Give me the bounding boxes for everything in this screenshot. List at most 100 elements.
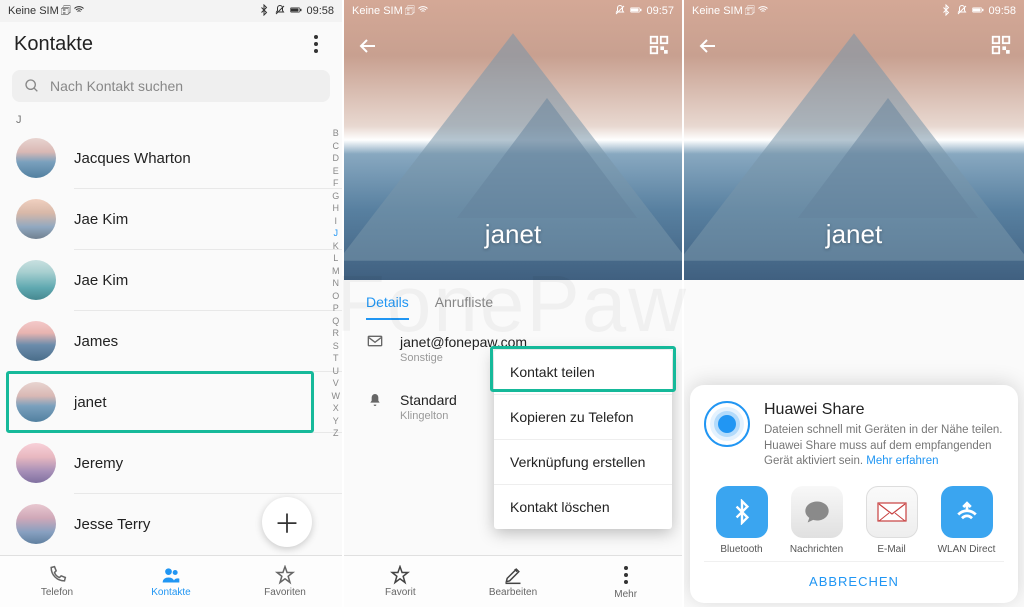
avatar: [16, 443, 56, 483]
sim-icon: 🗊: [405, 2, 415, 21]
nav-label: Bearbeiten: [489, 587, 537, 598]
mute-icon: [956, 4, 968, 19]
battery-icon: [972, 4, 984, 19]
avatar: [16, 138, 56, 178]
tab-details[interactable]: Details: [366, 294, 409, 320]
nav-edit[interactable]: Bearbeiten: [457, 556, 570, 607]
alpha-index[interactable]: BCD EFG HIJ KLM NOP QRS TUV WXY Z: [332, 128, 341, 438]
contact-row-janet[interactable]: janet: [0, 372, 342, 432]
bluetooth-icon: [716, 486, 768, 538]
contact-title: janet: [485, 219, 541, 250]
back-button[interactable]: [356, 34, 380, 63]
contact-title: janet: [826, 219, 882, 250]
contact-name: James: [74, 333, 326, 350]
contact-row[interactable]: Jae Kim: [0, 250, 342, 310]
more-button[interactable]: [304, 32, 328, 56]
contact-row[interactable]: Jeremy: [0, 433, 342, 493]
share-label: E-Mail: [877, 544, 905, 555]
huawei-share-icon: [704, 401, 750, 447]
share-messages[interactable]: Nachrichten: [782, 486, 852, 555]
star-icon: [274, 565, 296, 585]
screen-contacts-list: Keine SIM 🗊 09:58 Kontakte Nach Kontakt …: [0, 0, 344, 607]
plus-icon: ＋: [274, 504, 300, 541]
sim-icon: 🗊: [61, 2, 71, 21]
huawei-share-desc: Dateien schnell mit Geräten in der Nähe …: [764, 423, 1004, 470]
detail-bottom-nav: Favorit Bearbeiten Mehr: [344, 555, 682, 607]
qr-icon: [990, 34, 1012, 56]
qr-icon: [648, 34, 670, 56]
bottom-nav: Telefon Kontakte Favoriten: [0, 555, 342, 607]
phone-icon: [46, 565, 68, 585]
nav-label: Favoriten: [264, 587, 306, 598]
share-bluetooth[interactable]: Bluetooth: [707, 486, 777, 555]
share-options-grid: Bluetooth Nachrichten E-Mail WLAN Direct: [704, 486, 1004, 555]
nav-favorites[interactable]: Favoriten: [228, 556, 342, 607]
screen-contact-detail: Keine SIM 🗊 09:57 janet Details Anruflis…: [344, 0, 684, 607]
detail-tabs: Details Anrufliste: [344, 280, 682, 320]
status-bar: Keine SIM 🗊 09:57: [344, 0, 682, 22]
bluetooth-icon: [940, 4, 952, 19]
menu-copy-phone[interactable]: Kopieren zu Telefon: [494, 395, 672, 440]
qr-button[interactable]: [990, 34, 1012, 61]
menu-delete-contact[interactable]: Kontakt löschen: [494, 485, 672, 529]
status-bar: Keine SIM 🗊 09:58: [0, 0, 342, 22]
status-sim: Keine SIM: [8, 5, 59, 17]
share-sheet: Huawei Share Dateien schnell mit Geräten…: [690, 385, 1018, 603]
huawei-share-row[interactable]: Huawei Share Dateien schnell mit Geräten…: [704, 401, 1004, 470]
mail-icon: [866, 486, 918, 538]
search-input[interactable]: Nach Kontakt suchen: [12, 70, 330, 102]
contact-name: Jae Kim: [74, 272, 326, 289]
nav-label: Mehr: [614, 589, 637, 600]
huawei-share-title: Huawei Share: [764, 401, 1004, 419]
share-label: Nachrichten: [790, 544, 843, 555]
back-button[interactable]: [696, 34, 720, 63]
battery-icon: [630, 4, 642, 19]
share-email[interactable]: E-Mail: [857, 486, 927, 555]
screen-share-sheet: Keine SIM 🗊 09:58 janet: [684, 0, 1024, 607]
cancel-button[interactable]: ABBRECHEN: [704, 561, 1004, 593]
edit-icon: [503, 565, 523, 585]
add-contact-button[interactable]: ＋: [262, 497, 312, 547]
contact-row[interactable]: Jae Kim: [0, 189, 342, 249]
tab-call-log[interactable]: Anrufliste: [435, 294, 493, 320]
nav-more[interactable]: Mehr: [569, 556, 682, 607]
wlan-direct-icon: [941, 486, 993, 538]
contact-hero: janet: [684, 0, 1024, 280]
more-dots-icon: [614, 563, 638, 587]
contact-name: janet: [74, 394, 326, 411]
search-icon: [24, 78, 40, 94]
status-time: 09:57: [646, 5, 674, 17]
qr-button[interactable]: [648, 34, 670, 61]
contact-name: Jacques Wharton: [74, 150, 326, 167]
contact-name: Jeremy: [74, 455, 326, 472]
contact-list: Jacques Wharton Jae Kim Jae Kim James ja…: [0, 128, 342, 554]
status-bar: Keine SIM 🗊 09:58: [684, 0, 1024, 22]
back-arrow-icon: [696, 34, 720, 58]
share-label: WLAN Direct: [938, 544, 996, 555]
page-title: Kontakte: [14, 33, 93, 56]
status-time: 09:58: [988, 5, 1016, 17]
wifi-icon: [73, 4, 85, 19]
contacts-header: Kontakte: [0, 22, 342, 64]
avatar: [16, 321, 56, 361]
bluetooth-icon: [258, 4, 270, 19]
learn-more-link[interactable]: Mehr erfahren: [866, 455, 938, 467]
email-icon: [366, 334, 384, 353]
contacts-icon: [160, 565, 182, 585]
contact-row[interactable]: James: [0, 311, 342, 371]
nav-favorite[interactable]: Favorit: [344, 556, 457, 607]
nav-phone[interactable]: Telefon: [0, 556, 114, 607]
status-sim: Keine SIM: [692, 5, 743, 17]
menu-share-contact[interactable]: Kontakt teilen: [494, 350, 672, 395]
menu-create-shortcut[interactable]: Verknüpfung erstellen: [494, 440, 672, 485]
avatar: [16, 382, 56, 422]
bell-icon: [366, 392, 384, 413]
avatar: [16, 504, 56, 544]
share-label: Bluetooth: [720, 544, 762, 555]
nav-contacts[interactable]: Kontakte: [114, 556, 228, 607]
contact-row[interactable]: Jacques Wharton: [0, 128, 342, 188]
star-icon: [390, 565, 410, 585]
contact-hero: janet: [344, 0, 682, 280]
avatar: [16, 260, 56, 300]
share-wlan-direct[interactable]: WLAN Direct: [932, 486, 1002, 555]
